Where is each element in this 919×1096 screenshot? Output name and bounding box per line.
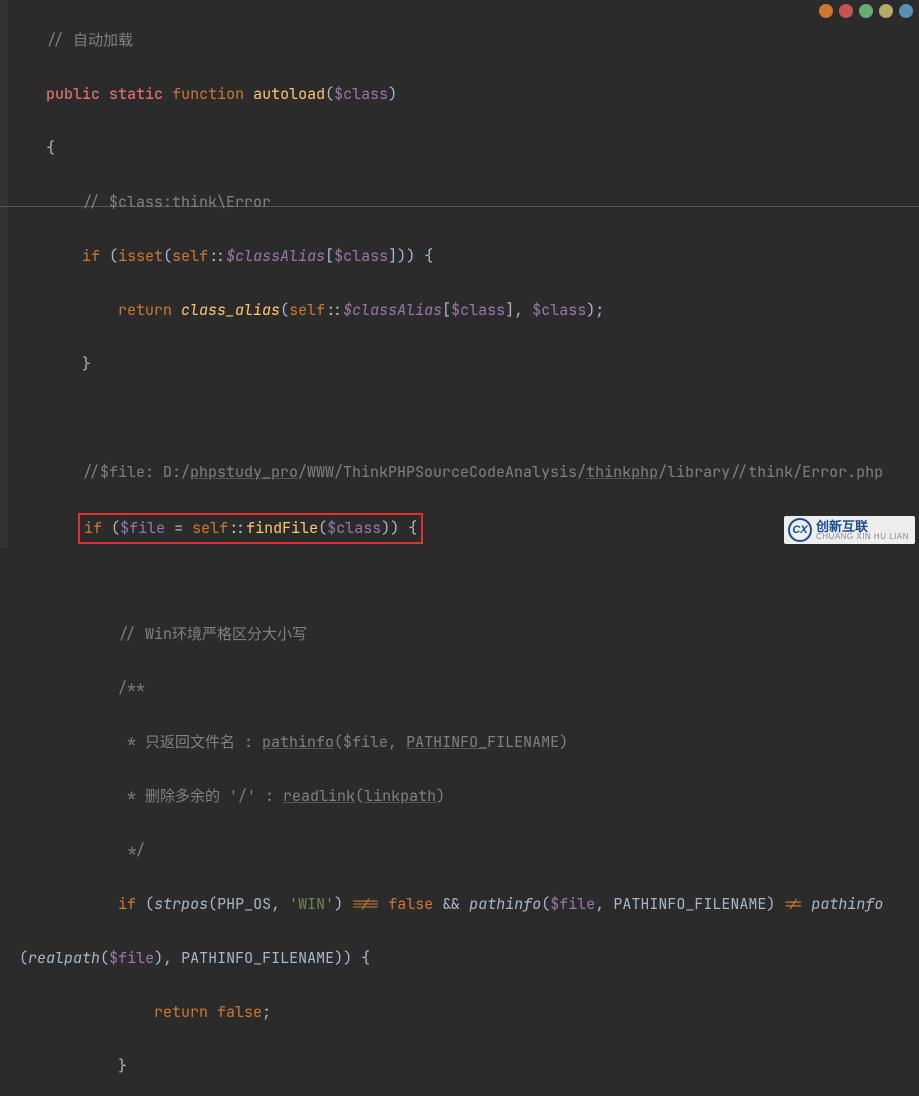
- code-line: (realpath($file), PATHINFO_FILENAME)) {: [10, 945, 919, 972]
- code-line: return false;: [10, 999, 919, 1026]
- code-line: * 删除多余的 '/' : readlink(linkpath): [10, 783, 919, 810]
- watermark-title: 创新互联: [816, 520, 909, 533]
- code-line: if ($file = self::findFile($class)) {: [10, 513, 919, 540]
- watermark: CX 创新互联 CHUANG XIN HU LIAN: [784, 516, 915, 544]
- code-line: public static function autoload($class): [10, 81, 919, 108]
- watermark-subtitle: CHUANG XIN HU LIAN: [816, 533, 909, 541]
- code-line: // Win环境严格区分大小写: [10, 621, 919, 648]
- code-line: return class_alias(self::$classAlias[$cl…: [10, 297, 919, 324]
- editor-gutter: [0, 0, 8, 548]
- code-line: // 自动加载: [10, 27, 919, 54]
- code-line: {: [10, 135, 919, 162]
- code-line: /**: [10, 675, 919, 702]
- code-line: }: [10, 351, 919, 378]
- code-line: */: [10, 837, 919, 864]
- code-line: if (isset(self::$classAlias[$class])) {: [10, 243, 919, 270]
- code-line: if (strpos(PHP_OS, 'WIN') !== false && p…: [10, 891, 919, 918]
- code-line: }: [10, 1053, 919, 1080]
- code-line: [10, 405, 919, 432]
- code-line: //$file: D:/phpstudy_pro/WWW/ThinkPHPSou…: [10, 459, 919, 486]
- watermark-logo-icon: CX: [788, 518, 812, 542]
- highlight-box: if ($file = self::findFile($class)) {: [78, 513, 423, 544]
- code-line: [10, 567, 919, 594]
- code-line: * 只返回文件名 : pathinfo($file, PATHINFO_FILE…: [10, 729, 919, 756]
- code-editor[interactable]: // 自动加载 public static function autoload(…: [8, 0, 919, 1096]
- code-line: // $class:think\Error: [10, 189, 919, 216]
